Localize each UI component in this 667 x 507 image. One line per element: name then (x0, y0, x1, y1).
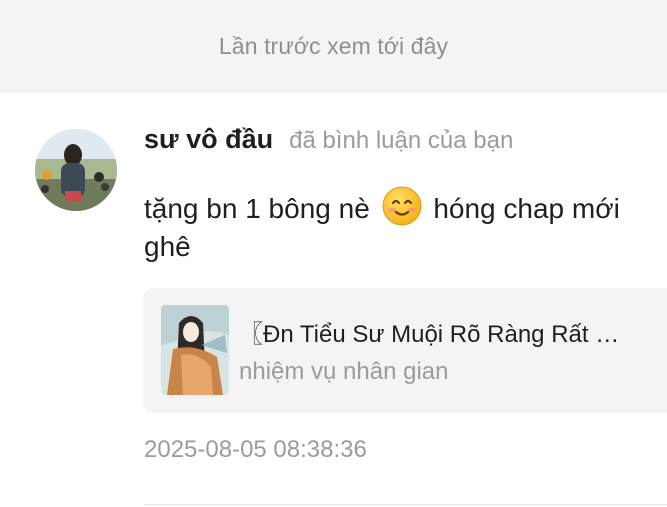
comment-text: tặng bn 1 bông nè hóng chap mới ghê (144, 186, 667, 266)
story-chapter: nhiệm vụ nhân gian (239, 358, 449, 385)
avatar[interactable] (35, 129, 117, 211)
story-cover-image (161, 305, 229, 395)
comment-timestamp: 2025-08-05 08:38:36 (144, 436, 367, 463)
last-seen-divider[interactable]: Lần trước xem tới đây (0, 0, 667, 93)
story-title: 〖Đn Tiểu Sư Muội Rõ Ràng Rất … (239, 321, 620, 348)
item-divider (144, 504, 667, 505)
notification-page: Lần trước xem tới đây sư vô đầu đã bình … (0, 0, 667, 507)
comment-text-part2: hóng chap mới (425, 193, 620, 224)
story-card[interactable]: 〖Đn Tiểu Sư Muội Rõ Ràng Rất … nhiệm vụ … (143, 288, 667, 413)
comment-header: sư vô đầu đã bình luận của bạn (144, 124, 513, 164)
comment-text-line2: ghê (144, 231, 191, 262)
last-seen-label: Lần trước xem tới đây (218, 33, 449, 59)
action-label: đã bình luận của bạn (289, 127, 514, 154)
comment-text-part1: tặng bn 1 bông nè (144, 193, 378, 224)
smiling-face-emoji-icon (382, 186, 422, 226)
username-link[interactable]: sư vô đầu (144, 124, 273, 155)
